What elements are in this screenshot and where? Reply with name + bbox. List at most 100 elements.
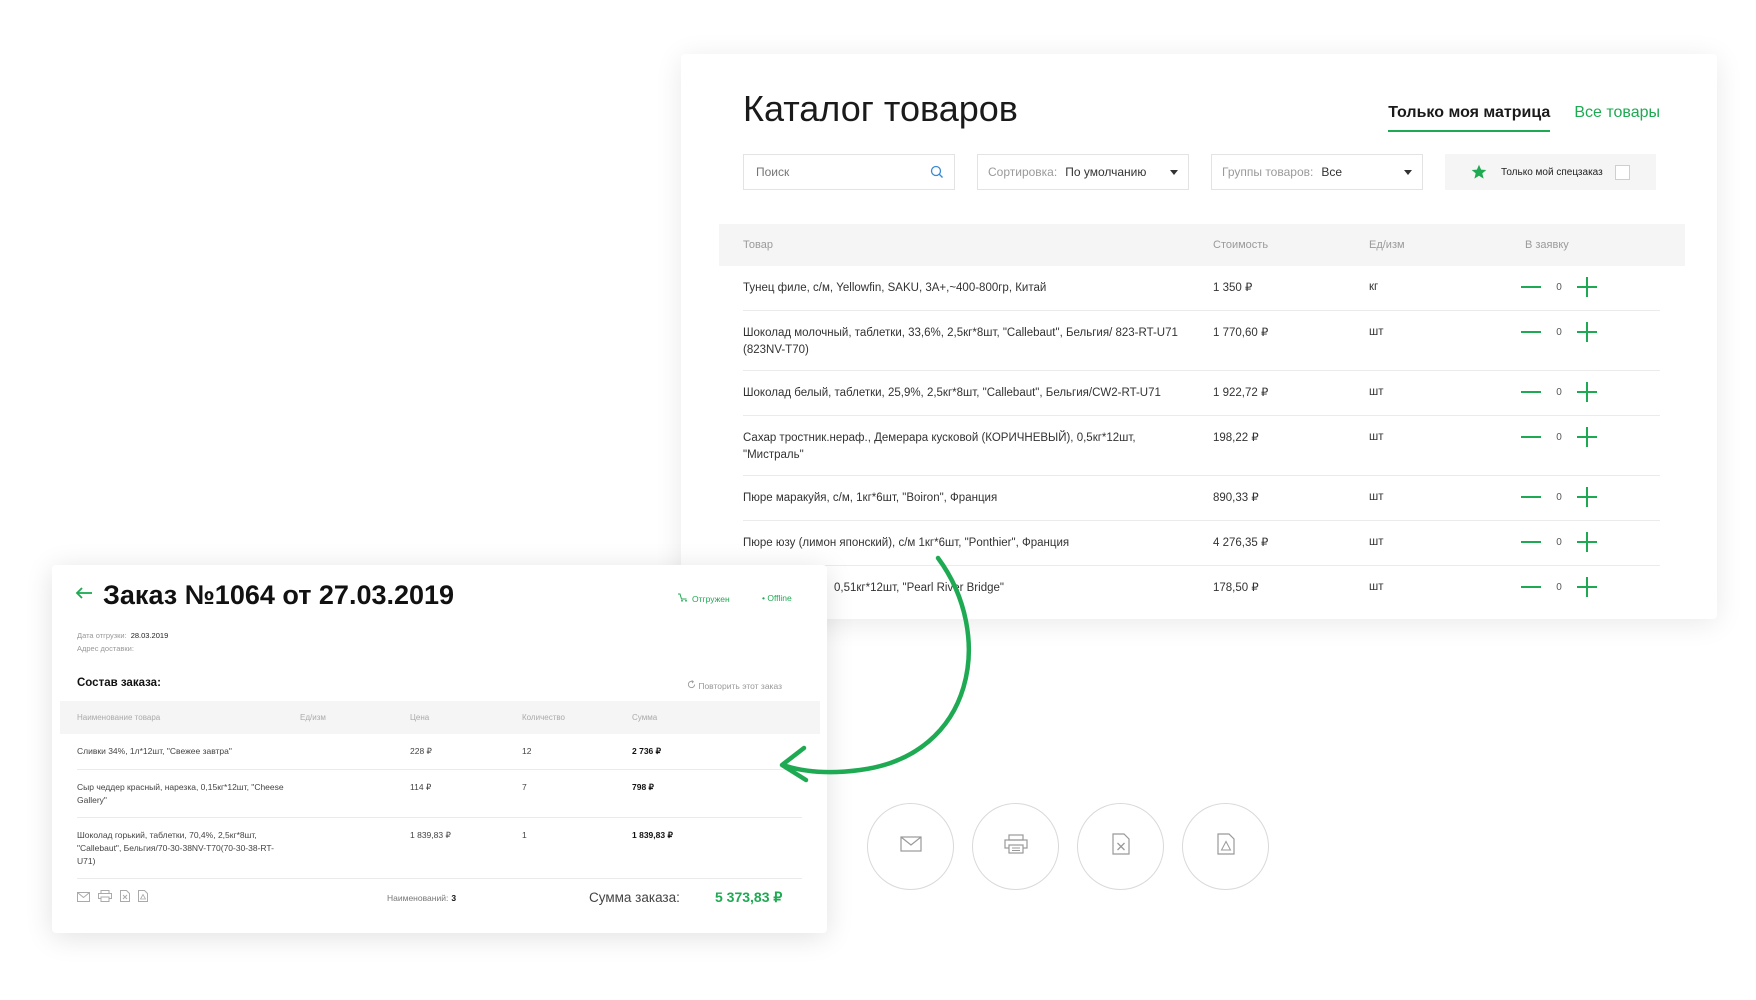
table-row: Пюре маракуйя, с/м, 1кг*6шт, "Boiron", Ф…	[743, 476, 1660, 521]
order-footer: Наименований: 3 Сумма заказа: 5 373,83 ₽	[77, 885, 802, 915]
export-buttons	[867, 803, 1269, 890]
col-price: Стоимость	[1213, 239, 1269, 251]
product-price: 198,22 ₽	[1213, 432, 1259, 444]
order-item-sum: 798 ₽	[632, 782, 654, 792]
minus-icon[interactable]	[1521, 391, 1541, 393]
page-title: Каталог товаров	[743, 88, 1018, 129]
total-label: Сумма заказа:	[589, 890, 680, 905]
table-row: Шоколад белый, таблетки, 25,9%, 2,5кг*8ш…	[743, 371, 1660, 416]
plus-icon[interactable]	[1577, 322, 1597, 342]
group-select[interactable]: Группы товаров: Все	[1211, 154, 1423, 190]
delivery-address-label: Адрес доставки:	[77, 644, 134, 653]
catalog-panel: Каталог товаров Только моя матрица Все т…	[681, 54, 1717, 619]
quantity-stepper: 0	[1521, 532, 1597, 552]
plus-icon[interactable]	[1577, 532, 1597, 552]
search-input[interactable]	[744, 155, 914, 189]
ship-date: Дата отгрузки: 28.03.2019	[77, 631, 168, 640]
plus-icon[interactable]	[1577, 382, 1597, 402]
order-header: Заказ №1064 от 27.03.2019	[75, 580, 454, 611]
minus-icon[interactable]	[1521, 331, 1541, 333]
quantity-value: 0	[1556, 386, 1562, 398]
plus-icon[interactable]	[1577, 427, 1597, 447]
minus-icon[interactable]	[1521, 436, 1541, 438]
quantity-value: 0	[1556, 431, 1562, 443]
back-arrow-icon[interactable]	[75, 586, 93, 605]
col-order: В заявку	[1525, 239, 1569, 251]
pdf-icon	[1216, 833, 1235, 860]
order-item-sum: 2 736 ₽	[632, 746, 662, 756]
sort-value: По умолчанию	[1065, 165, 1147, 179]
col-qty: Количество	[522, 713, 565, 722]
col-price: Цена	[410, 713, 430, 722]
mail-icon	[899, 836, 922, 857]
product-price: 890,33 ₽	[1213, 492, 1259, 504]
plus-icon[interactable]	[1577, 487, 1597, 507]
special-order-filter[interactable]: Только мой спецзаказ	[1445, 154, 1656, 190]
product-name: Тунец филе, с/м, Yellowfin, SAKU, 3A+,~4…	[743, 282, 1047, 294]
minus-icon[interactable]	[1521, 541, 1541, 543]
quantity-value: 0	[1556, 281, 1562, 293]
minus-icon[interactable]	[1521, 286, 1541, 288]
excel-button[interactable]	[1077, 803, 1164, 890]
col-sum: Сумма	[632, 713, 658, 722]
print-button[interactable]	[972, 803, 1059, 890]
order-item-qty: 1	[522, 830, 527, 840]
product-price: 1 922,72 ₽	[1213, 387, 1269, 399]
quantity-value: 0	[1556, 581, 1562, 593]
product-price: 4 276,35 ₽	[1213, 537, 1269, 549]
composition-title: Состав заказа:	[77, 677, 161, 689]
print-icon[interactable]	[98, 889, 112, 907]
order-item-price: 1 839,83 ₽	[410, 830, 451, 840]
product-price: 178,50 ₽	[1213, 582, 1259, 594]
excel-icon	[1111, 833, 1130, 860]
pdf-button[interactable]	[1182, 803, 1269, 890]
table-row: Сливки 34%, 1л*12шт, "Свежее завтра" 228…	[77, 734, 802, 770]
order-item-name: Шоколад горький, таблетки, 70,4%, 2,5кг*…	[77, 830, 274, 866]
product-name: Шоколад молочный, таблетки, 33,6%, 2,5кг…	[743, 327, 1178, 356]
order-item-name: Сливки 34%, 1л*12шт, "Свежее завтра"	[77, 746, 232, 756]
catalog-table-header: Товар Стоимость Ед/изм В заявку	[719, 224, 1685, 266]
ship-date-label: Дата отгрузки:	[77, 631, 127, 640]
minus-icon[interactable]	[1521, 496, 1541, 498]
minus-icon[interactable]	[1521, 586, 1541, 588]
plus-icon[interactable]	[1577, 577, 1597, 597]
stage: Каталог товаров Только моя матрица Все т…	[0, 0, 1756, 1000]
table-row: Шоколад горький, таблетки, 70,4%, 2,5кг*…	[77, 818, 802, 879]
print-icon	[1003, 834, 1028, 859]
special-order-label: Только мой спецзаказ	[1501, 166, 1603, 178]
search-icon[interactable]	[930, 165, 944, 184]
quantity-value: 0	[1556, 491, 1562, 503]
order-panel: Заказ №1064 от 27.03.2019 Отгружен • Off…	[52, 565, 827, 933]
product-name: Сахар тростник.нераф., Демерара кусковой…	[743, 432, 1136, 461]
tab-all-products[interactable]: Все товары	[1574, 104, 1660, 132]
chevron-down-icon	[1404, 170, 1412, 175]
product-unit: шт	[1369, 491, 1384, 503]
quantity-value: 0	[1556, 326, 1562, 338]
order-item-price: 114 ₽	[410, 782, 432, 792]
plus-icon[interactable]	[1577, 277, 1597, 297]
product-name: Пюре маракуйя, с/м, 1кг*6шт, "Boiron", Ф…	[743, 492, 998, 504]
special-order-checkbox[interactable]	[1615, 165, 1630, 180]
table-row: Тунец филе, с/м, Yellowfin, SAKU, 3A+,~4…	[743, 266, 1660, 311]
product-unit: шт	[1369, 431, 1384, 443]
product-unit: шт	[1369, 581, 1384, 593]
product-price: 1 770,60 ₽	[1213, 327, 1269, 339]
email-button[interactable]	[867, 803, 954, 890]
table-row: Шоколад молочный, таблетки, 33,6%, 2,5кг…	[743, 311, 1660, 371]
items-count-label: Наименований:	[387, 893, 449, 903]
col-unit: Ед/изм	[300, 713, 326, 722]
export-icons	[77, 889, 148, 907]
chevron-down-icon	[1170, 170, 1178, 175]
items-count: Наименований: 3	[387, 893, 456, 903]
tab-my-matrix[interactable]: Только моя матрица	[1388, 104, 1551, 132]
mail-icon[interactable]	[77, 889, 90, 907]
pdf-icon[interactable]	[138, 889, 148, 907]
product-unit: кг	[1369, 281, 1379, 293]
catalog-tabs: Только моя матрица Все товары	[1388, 104, 1660, 132]
product-name: Шоколад белый, таблетки, 25,9%, 2,5кг*8ш…	[743, 387, 1161, 399]
excel-icon[interactable]	[120, 889, 130, 907]
order-item-name: Сыр чеддер красный, нарезка, 0,15кг*12шт…	[77, 782, 284, 805]
quantity-stepper: 0	[1521, 487, 1597, 507]
ship-date-value: 28.03.2019	[130, 631, 169, 640]
sort-select[interactable]: Сортировка: По умолчанию	[977, 154, 1189, 190]
